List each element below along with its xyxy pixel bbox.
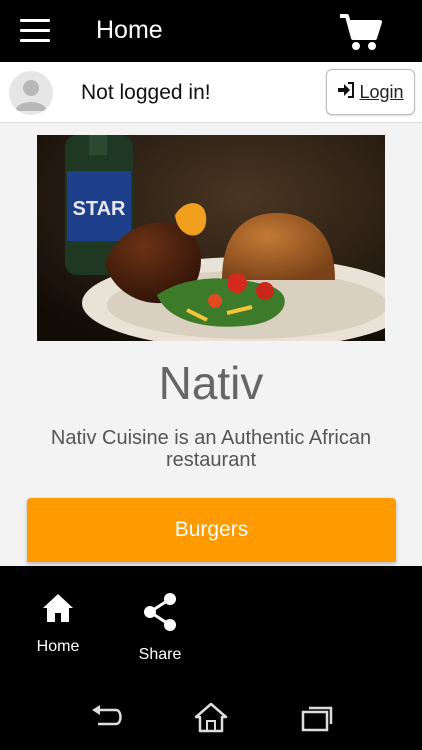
recent-apps-icon[interactable] — [297, 702, 337, 734]
category-button-burgers[interactable]: Burgers — [27, 498, 396, 562]
bottle-label-text: STAR — [73, 198, 127, 220]
bottom-navigation: Home Share — [0, 566, 422, 686]
nav-item-home[interactable]: Home — [18, 592, 98, 656]
user-status-bar: Not logged in! Login — [0, 62, 422, 123]
nav-item-share[interactable]: Share — [120, 592, 200, 664]
nav-share-label: Share — [138, 646, 182, 663]
login-label: Login — [359, 81, 404, 102]
home-icon — [43, 594, 73, 622]
login-status-text: Not logged in! — [81, 81, 211, 104]
shopping-cart-icon[interactable] — [338, 12, 382, 52]
top-app-bar: Home — [0, 0, 422, 62]
back-icon[interactable] — [88, 702, 128, 734]
restaurant-tagline: Nativ Cuisine is an Authentic African re… — [50, 427, 372, 471]
share-icon — [144, 593, 176, 631]
hero-food-image: STAR — [37, 135, 385, 341]
system-navigation-bar — [0, 686, 422, 750]
page-title: Home — [96, 16, 163, 44]
sign-in-icon — [337, 82, 355, 102]
home-outline-icon[interactable] — [191, 702, 231, 734]
hamburger-menu-icon[interactable] — [20, 19, 50, 43]
restaurant-name: Nativ — [158, 357, 264, 409]
nav-home-label: Home — [36, 638, 80, 655]
user-avatar-icon — [9, 71, 53, 115]
login-button[interactable]: Login — [326, 69, 415, 115]
